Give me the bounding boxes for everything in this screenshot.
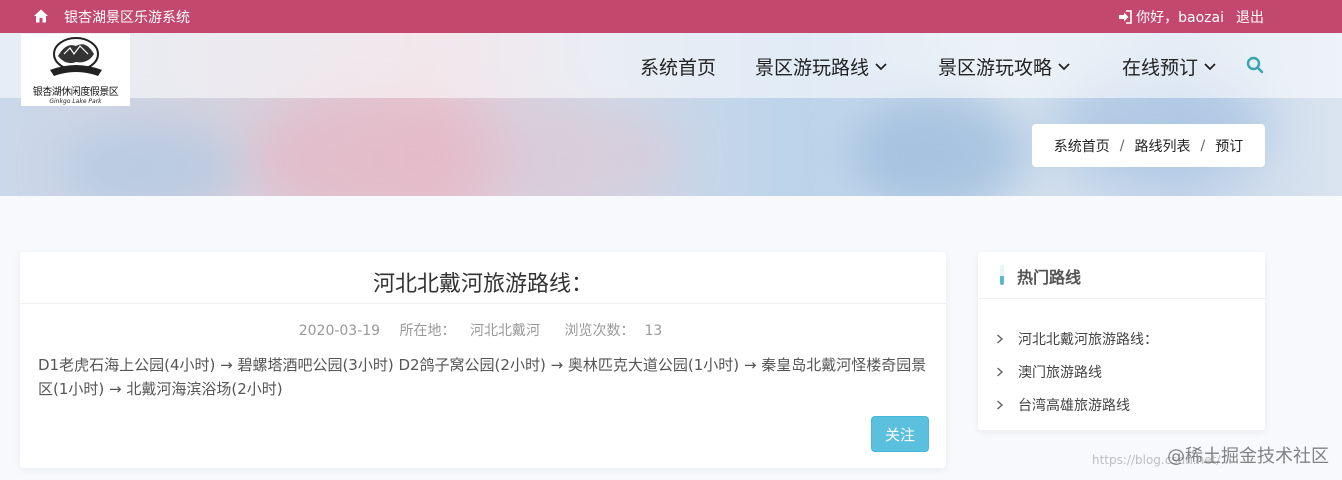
user-area: 你好，baozai 退出 — [1118, 7, 1264, 27]
watermark-text: @稀土掘金技术社区 — [1167, 446, 1329, 467]
route-detail-card: 河北北戴河旅游路线： 2020-03-19 所在地： 河北北戴河 浏览次数： 13… — [20, 252, 946, 468]
hot-route-label: 澳门旅游路线 — [1018, 364, 1102, 381]
breadcrumb-separator: / — [1119, 137, 1125, 154]
route-location: 河北北戴河 — [470, 323, 540, 339]
breadcrumb-separator: / — [1200, 137, 1206, 154]
hot-route-item[interactable]: 台湾高雄旅游路线 — [996, 388, 1158, 421]
chevron-down-icon — [875, 62, 887, 70]
breadcrumb-route-list[interactable]: 路线列表 — [1135, 136, 1191, 156]
views-label: 浏览次数： — [564, 323, 635, 339]
hot-route-item[interactable]: 河北北戴河旅游路线： — [996, 322, 1158, 355]
route-date: 2020-03-19 — [298, 323, 381, 339]
chevron-down-icon — [1204, 62, 1216, 70]
hot-route-label: 河北北戴河旅游路线： — [1018, 331, 1158, 348]
nav-item-guides[interactable]: 景区游玩攻略 — [938, 53, 1070, 80]
route-meta: 2020-03-19 所在地： 河北北戴河 浏览次数： 13 — [20, 320, 946, 340]
nav-item-label: 系统首页 — [640, 57, 717, 79]
nav-item-routes[interactable]: 景区游玩路线 — [755, 53, 887, 80]
nav-item-home[interactable]: 系统首页 — [640, 53, 716, 80]
panel-title: 热门路线 — [1017, 268, 1082, 287]
breadcrumb: 系统首页 / 路线列表 / 预订 — [1032, 124, 1265, 167]
sign-in-icon — [1119, 10, 1132, 24]
hot-route-label: 台湾高雄旅游路线 — [1018, 397, 1130, 414]
route-title: 河北北戴河旅游路线： — [372, 272, 593, 297]
breadcrumb-current: 预订 — [1215, 138, 1244, 155]
logout-link[interactable]: 退出 — [1236, 7, 1264, 27]
hot-routes-panel: 热门路线 河北北戴河旅游路线： 澳门旅游路线 台湾高雄旅游路线 — [978, 252, 1265, 430]
home-icon[interactable] — [33, 8, 49, 24]
user-greeting: 你好，baozai — [1136, 10, 1224, 26]
nav-item-label: 景区游玩攻略 — [938, 57, 1053, 79]
follow-button[interactable]: 关注 — [871, 416, 929, 452]
logo-text: 银杏湖休闲度假景区 — [32, 86, 119, 98]
chevron-right-icon — [997, 333, 1004, 344]
hot-route-item[interactable]: 澳门旅游路线 — [996, 355, 1158, 388]
thermometer-bar-icon — [1000, 265, 1004, 285]
nav-item-booking[interactable]: 在线预订 — [1122, 53, 1216, 80]
top-bar: 银杏湖景区乐游系统 你好，baozai 退出 — [0, 0, 1342, 33]
hot-routes-list: 河北北戴河旅游路线： 澳门旅游路线 台湾高雄旅游路线 — [996, 322, 1158, 421]
chevron-right-icon — [997, 366, 1004, 377]
route-description: D1老虎石海上公园(4小时) → 碧螺塔酒吧公园(3小时) D2鸽子窝公园(2小… — [38, 356, 927, 398]
location-label: 所在地： — [399, 323, 456, 339]
header-banner: 银杏湖休闲度假景区 Ginkgo Lake Park 系统首页 景区游玩路线 景… — [0, 33, 1342, 196]
route-views: 13 — [644, 323, 663, 339]
chevron-right-icon — [997, 399, 1004, 410]
breadcrumb-home[interactable]: 系统首页 — [1054, 136, 1110, 156]
search-icon[interactable] — [1246, 56, 1264, 74]
main-nav: 系统首页 景区游玩路线 景区游玩攻略 在线预订 — [0, 53, 1342, 80]
logo-subtitle: Ginkgo Lake Park — [49, 97, 102, 105]
divider — [20, 303, 946, 304]
chevron-down-icon — [1058, 62, 1070, 70]
panel-header: 热门路线 — [978, 252, 1265, 299]
site-title: 银杏湖景区乐游系统 — [64, 10, 190, 26]
nav-item-label: 景区游玩路线 — [755, 57, 870, 79]
nav-item-label: 在线预订 — [1122, 57, 1199, 79]
